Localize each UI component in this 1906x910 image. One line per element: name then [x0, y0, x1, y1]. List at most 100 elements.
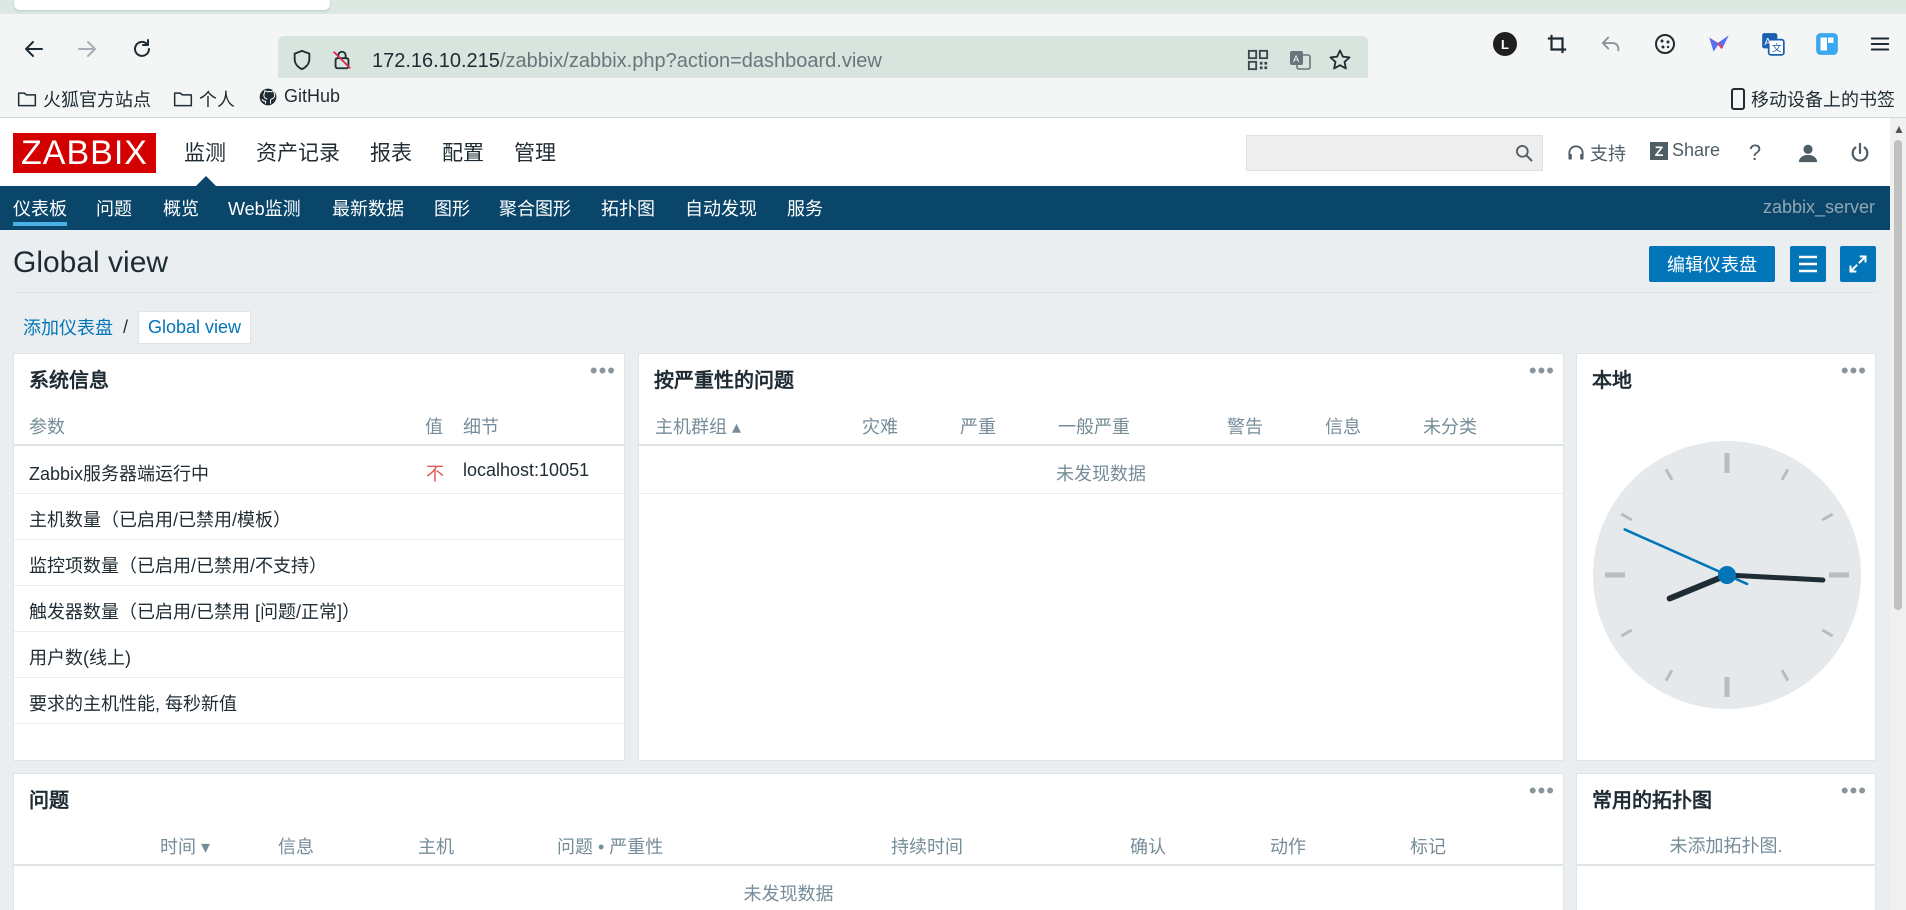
share-link[interactable]: Z Share [1650, 140, 1720, 161]
tab-latest-data[interactable]: 最新数据 [332, 186, 404, 230]
zabbix-header: ZABBIX 监测 资产记录 报表 配置 管理 支持 Z Share ? [0, 118, 1890, 186]
browser-active-tab[interactable] [14, 0, 330, 10]
bookmarks-toolbar: 火狐官方站点 个人 GitHub 移动设备上的书签 [0, 78, 1906, 118]
forward-icon[interactable] [70, 32, 104, 66]
server-name: zabbix_server [1762, 197, 1875, 217]
address-bar[interactable]: 172.16.10.215/zabbix/zabbix.php?action=d… [278, 36, 1368, 84]
zabbix-share-icon: Z [1650, 141, 1668, 160]
scroll-up-icon[interactable]: ▲ [1893, 122, 1905, 136]
profile-initial: L [1493, 32, 1517, 56]
bookmark-github[interactable]: GitHub [258, 86, 340, 107]
url-path: /zabbix/zabbix.php?action=dashboard.view [499, 50, 882, 72]
bookmark-label: 火狐官方站点 [43, 90, 151, 110]
tab-discovery[interactable]: 自动发现 [685, 186, 757, 230]
tab-dashboard[interactable]: 仪表板 [13, 186, 67, 230]
menu-hamburger-icon[interactable] [1864, 28, 1896, 60]
headset-icon [1568, 145, 1584, 160]
reader-extension-icon[interactable] [1811, 28, 1843, 60]
edit-dashboard-button[interactable]: 编辑仪表盘 [1649, 246, 1775, 282]
column-time[interactable]: 时间 ▾ [160, 833, 210, 859]
widget-title: 按严重性的问题 [654, 370, 794, 392]
widget-menu-icon[interactable]: ••• [590, 358, 616, 384]
row-param: 监控项数量（已启用/已禁用/不支持） [29, 556, 328, 576]
scrollbar-thumb[interactable] [1894, 140, 1902, 610]
insecure-lock-icon[interactable] [330, 48, 354, 72]
bookmark-personal[interactable]: 个人 [173, 86, 235, 112]
row-param: 用户数(线上) [29, 648, 131, 668]
dashboard-actions-menu-icon[interactable] [1790, 246, 1826, 282]
page-scrollbar[interactable]: ▲ [1890, 118, 1906, 910]
search-input[interactable] [1246, 135, 1543, 171]
widget-title: 常用的拓扑图 [1592, 790, 1712, 812]
breadcrumb-current[interactable]: Global view [138, 310, 252, 344]
widget-problems: 问题 ••• 时间 ▾ 信息 主机 问题 • 严重性 持续时间 确认 动作 标记… [13, 773, 1564, 910]
tab-maps[interactable]: 拓扑图 [601, 186, 655, 230]
table-header: 主机群组 ▴ 灾难 严重 一般严重 警告 信息 未分类 [639, 400, 1563, 446]
column-information: 信息 [1325, 417, 1361, 437]
qr-code-icon[interactable] [1246, 48, 1270, 72]
column-host-group[interactable]: 主机群组 ▴ [655, 413, 741, 439]
back-icon[interactable] [17, 32, 51, 66]
bookmark-mobile[interactable]: 移动设备上的书签 [1731, 86, 1895, 112]
sign-out-power-icon[interactable] [1847, 140, 1873, 166]
breadcrumb-add-dashboard[interactable]: 添加仪表盘 [23, 314, 113, 340]
main-menu: 监测 资产记录 报表 配置 管理 [184, 118, 571, 186]
menu-administration[interactable]: 管理 [499, 118, 571, 186]
no-maps-message: 未添加拓扑图. [1669, 836, 1783, 856]
svg-text:A: A [1764, 37, 1771, 48]
zabbix-logo[interactable]: ZABBIX [13, 133, 156, 173]
support-label: 支持 [1590, 144, 1626, 164]
shield-icon[interactable] [290, 48, 314, 72]
widget-menu-icon[interactable]: ••• [1841, 358, 1867, 384]
table-row: 用户数(线上) [14, 632, 624, 678]
widget-title: 系统信息 [29, 370, 109, 392]
kiosk-mode-icon[interactable] [1840, 246, 1876, 282]
reload-icon[interactable] [125, 32, 159, 66]
tab-web-monitoring[interactable]: Web监测 [228, 186, 301, 230]
help-icon[interactable]: ? [1742, 140, 1768, 166]
table-row: 主机数量（已启用/已禁用/模板） [14, 494, 624, 540]
url-text[interactable]: 172.16.10.215/zabbix/zabbix.php?action=d… [372, 50, 882, 73]
folder-icon [173, 92, 193, 107]
row-param: 触发器数量（已启用/已禁用 [问题/正常]） [29, 602, 361, 622]
column-info: 信息 [278, 837, 314, 857]
github-icon [259, 88, 277, 105]
url-host: 172.16.10.215 [372, 50, 500, 72]
breadcrumb: 添加仪表盘 / Global view [23, 310, 252, 344]
support-link[interactable]: 支持 [1566, 140, 1626, 166]
bookmark-star-icon[interactable] [1328, 48, 1352, 72]
widget-menu-icon[interactable]: ••• [1529, 358, 1555, 384]
profile-avatar-icon[interactable]: L [1489, 28, 1521, 60]
cookie-icon[interactable] [1649, 28, 1681, 60]
tab-services[interactable]: 服务 [787, 186, 823, 230]
widget-menu-icon[interactable]: ••• [1841, 778, 1867, 804]
translate-icon[interactable]: A [1288, 48, 1312, 72]
tab-problems[interactable]: 问题 [96, 186, 132, 230]
widget-menu-icon[interactable]: ••• [1529, 778, 1555, 804]
search-icon[interactable] [1514, 143, 1534, 166]
column-problem-severity: 问题 • 严重性 [557, 837, 664, 857]
column-parameter: 参数 [29, 417, 65, 437]
table-row: 触发器数量（已启用/已禁用 [问题/正常]） [14, 586, 624, 632]
menu-configuration[interactable]: 配置 [427, 118, 499, 186]
empty-row: 未发现数据 [639, 448, 1563, 494]
bookmark-firefox-site[interactable]: 火狐官方站点 [17, 86, 151, 112]
tab-screens[interactable]: 聚合图形 [499, 186, 571, 230]
mobile-phone-icon [1731, 88, 1745, 110]
bookmark-label: GitHub [284, 86, 341, 106]
crop-icon[interactable] [1541, 28, 1573, 60]
undo-icon[interactable] [1595, 28, 1627, 60]
svg-text:A: A [1293, 55, 1300, 65]
translator-extension-icon[interactable]: A文 [1757, 28, 1789, 60]
menu-inventory[interactable]: 资产记录 [241, 118, 355, 186]
no-data-message: 未发现数据 [1056, 464, 1146, 484]
sub-menu: 仪表板 问题 概览 Web监测 最新数据 图形 聚合图形 拓扑图 自动发现 服务… [0, 186, 1890, 230]
menu-reports[interactable]: 报表 [355, 118, 427, 186]
share-label: Share [1672, 140, 1721, 160]
column-details: 细节 [463, 417, 499, 437]
bird-extension-icon[interactable] [1703, 28, 1735, 60]
tab-graphs[interactable]: 图形 [434, 186, 470, 230]
column-warning: 警告 [1227, 417, 1263, 437]
user-profile-icon[interactable] [1795, 140, 1821, 166]
tab-overview[interactable]: 概览 [163, 186, 199, 230]
